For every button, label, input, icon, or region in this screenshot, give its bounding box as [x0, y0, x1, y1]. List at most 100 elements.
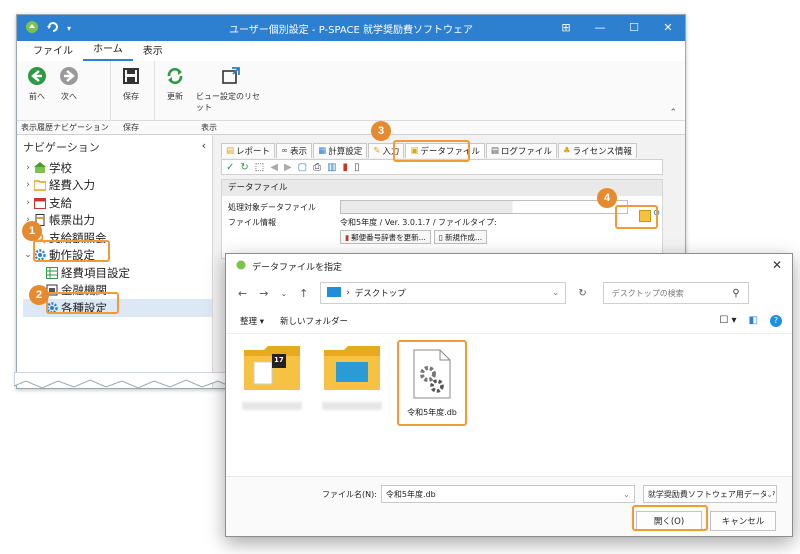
tab-label: 表示: [290, 147, 308, 157]
collapse-icon[interactable]: ⌄: [23, 250, 33, 260]
file-info-value: 令和5年度 / Ver. 3.0.1.7 / ファイルタイプ:: [340, 217, 497, 227]
maximize-button[interactable]: ☐: [617, 15, 651, 41]
ribbon-tabs: ファイル ホーム 表示: [17, 41, 685, 61]
check-icon[interactable]: ✓: [226, 162, 234, 173]
target-file-label: 処理対象データファイル: [228, 202, 316, 212]
page-icon[interactable]: ▯: [354, 162, 360, 173]
forward-label: 次へ: [61, 92, 77, 101]
tab-file[interactable]: ファイル: [23, 43, 83, 61]
back-label: 前へ: [29, 92, 45, 101]
tab-report[interactable]: ▤ レポート: [221, 143, 276, 158]
table-icon: [46, 266, 58, 279]
school-icon: [34, 161, 46, 174]
highlight-open-button: [632, 505, 708, 531]
filename-dropdown-icon[interactable]: ⌄: [623, 490, 630, 499]
target-file-field[interactable]: [340, 200, 628, 214]
nav-collapse-icon[interactable]: ‹: [202, 139, 206, 155]
reset-view-button[interactable]: ビュー設定のリセット: [191, 65, 271, 113]
file-item-folder[interactable]: 17: [240, 340, 304, 426]
recent-dropdown-icon[interactable]: ⌄: [280, 289, 287, 298]
refresh-icon[interactable]: ↻: [240, 162, 248, 173]
ribbon-group-history: 前へ 次へ: [17, 61, 111, 120]
path-separator-icon: ›: [346, 288, 350, 298]
export-icon[interactable]: ▥: [327, 162, 336, 173]
button-label: 郵便番号辞書を更新...: [351, 232, 426, 242]
refresh-label: 更新: [167, 92, 183, 101]
nav-up-icon[interactable]: ↑: [299, 287, 308, 300]
tab-label: ライセンス情報: [572, 147, 632, 157]
tab-calc-settings[interactable]: ▦ 計算設定: [313, 143, 368, 158]
nav-back-icon[interactable]: ←: [238, 287, 247, 300]
tab-license-info[interactable]: ♣ ライセンス情報: [557, 143, 637, 158]
search-input[interactable]: デスクトップの検索 ⚲: [602, 282, 749, 304]
back-button[interactable]: 前へ: [21, 65, 53, 102]
pdf-icon[interactable]: ▮: [343, 162, 349, 173]
blurred-filename: [322, 402, 382, 410]
reset-icon[interactable]: ⬚: [255, 162, 264, 173]
forward-button[interactable]: 次へ: [53, 65, 85, 102]
preview-icon[interactable]: ▢: [298, 162, 307, 173]
folder-icon: [33, 179, 47, 191]
ribbon-collapse-icon[interactable]: ⌃: [669, 108, 677, 118]
minimize-button[interactable]: —: [583, 15, 617, 41]
tab-home[interactable]: ホーム: [83, 41, 133, 61]
view-icon: ∞: [281, 146, 289, 156]
nav-forward-icon[interactable]: →: [259, 287, 268, 300]
file-item-folder[interactable]: [320, 340, 384, 426]
ribbon-group-save: 保存: [111, 61, 155, 120]
filename-input[interactable]: 令和5年度.db ⌄: [380, 485, 635, 503]
search-placeholder: デスクトップの検索: [611, 288, 684, 298]
tab-label: 計算設定: [328, 147, 363, 157]
group-label-view: 表示: [201, 123, 217, 132]
nav-item-label: 帳票出力: [49, 213, 95, 228]
update-postal-dict-button[interactable]: ▮ 郵便番号辞書を更新...: [340, 230, 431, 244]
organize-menu[interactable]: 整理 ▾: [240, 315, 264, 327]
preview-pane-icon[interactable]: ◧: [749, 315, 758, 326]
calendar-badge: 17: [274, 356, 284, 364]
report-icon: ▤: [226, 146, 235, 156]
nav-item-report-output[interactable]: › 帳票出力: [23, 212, 212, 230]
nav-item-expense-input[interactable]: › 経費入力: [23, 177, 212, 195]
expand-icon[interactable]: ›: [23, 180, 33, 190]
expand-icon[interactable]: ›: [23, 163, 33, 173]
address-bar[interactable]: › デスクトップ ⌄: [320, 282, 567, 304]
snap-button[interactable]: ⊞: [549, 15, 583, 41]
tab-label: ログファイル: [500, 147, 552, 157]
callout-badge-4: 4: [597, 188, 617, 208]
desktop-icon: [327, 286, 342, 300]
forward-icon[interactable]: ▶: [284, 162, 292, 173]
save-button[interactable]: 保存: [115, 65, 147, 102]
open-file-dialog: データファイルを指定 ✕ ← → ⌄ ↑ › デスクトップ ⌄ ↻ デスクトップ…: [225, 253, 793, 537]
new-file-icon: ▯: [438, 232, 443, 242]
help-icon[interactable]: ?: [770, 314, 782, 327]
search-icon[interactable]: ⚲: [732, 288, 739, 299]
tab-view[interactable]: 表示: [133, 43, 173, 61]
folder-icon: 17: [242, 340, 302, 394]
tab-log-file[interactable]: ▤ ログファイル: [485, 143, 557, 158]
print-icon[interactable]: ⎙: [313, 162, 321, 173]
back-icon[interactable]: ◀: [270, 162, 278, 173]
cancel-button[interactable]: キャンセル: [710, 511, 776, 531]
filetype-select[interactable]: 就学奨励費ソフトウェア用データファイル ⌄: [642, 485, 777, 503]
nav-item-expense-item-settings[interactable]: 経費項目設定: [23, 264, 212, 282]
address-dropdown-icon[interactable]: ⌄: [552, 288, 560, 298]
file-list: 17 令和5年度.db: [240, 340, 467, 426]
calculator-icon: ▦: [318, 146, 327, 156]
tab-display[interactable]: ∞ 表示: [276, 143, 313, 158]
nav-item-school[interactable]: › 学校: [23, 159, 212, 177]
postal-icon: ▮: [345, 232, 350, 242]
view-mode-icon[interactable]: ☐ ▾: [719, 315, 736, 326]
nav-item-payment[interactable]: › 支給: [23, 194, 212, 212]
file-info-label: ファイル情報: [228, 217, 276, 227]
refresh-button[interactable]: 更新: [159, 65, 191, 102]
expand-icon[interactable]: ›: [23, 198, 33, 208]
filename-label: ファイル名(N):: [322, 489, 377, 499]
new-folder-button[interactable]: 新しいフォルダー: [280, 315, 348, 327]
dialog-close-button[interactable]: ✕: [772, 258, 782, 272]
close-button[interactable]: ✕: [651, 15, 685, 41]
new-file-button[interactable]: ▯ 新規作成...: [433, 230, 488, 244]
address-path: デスクトップ: [354, 289, 406, 299]
highlight-various-settings: [46, 292, 119, 314]
address-refresh-icon[interactable]: ↻: [578, 288, 586, 299]
file-item-db[interactable]: 令和5年度.db: [397, 340, 467, 426]
